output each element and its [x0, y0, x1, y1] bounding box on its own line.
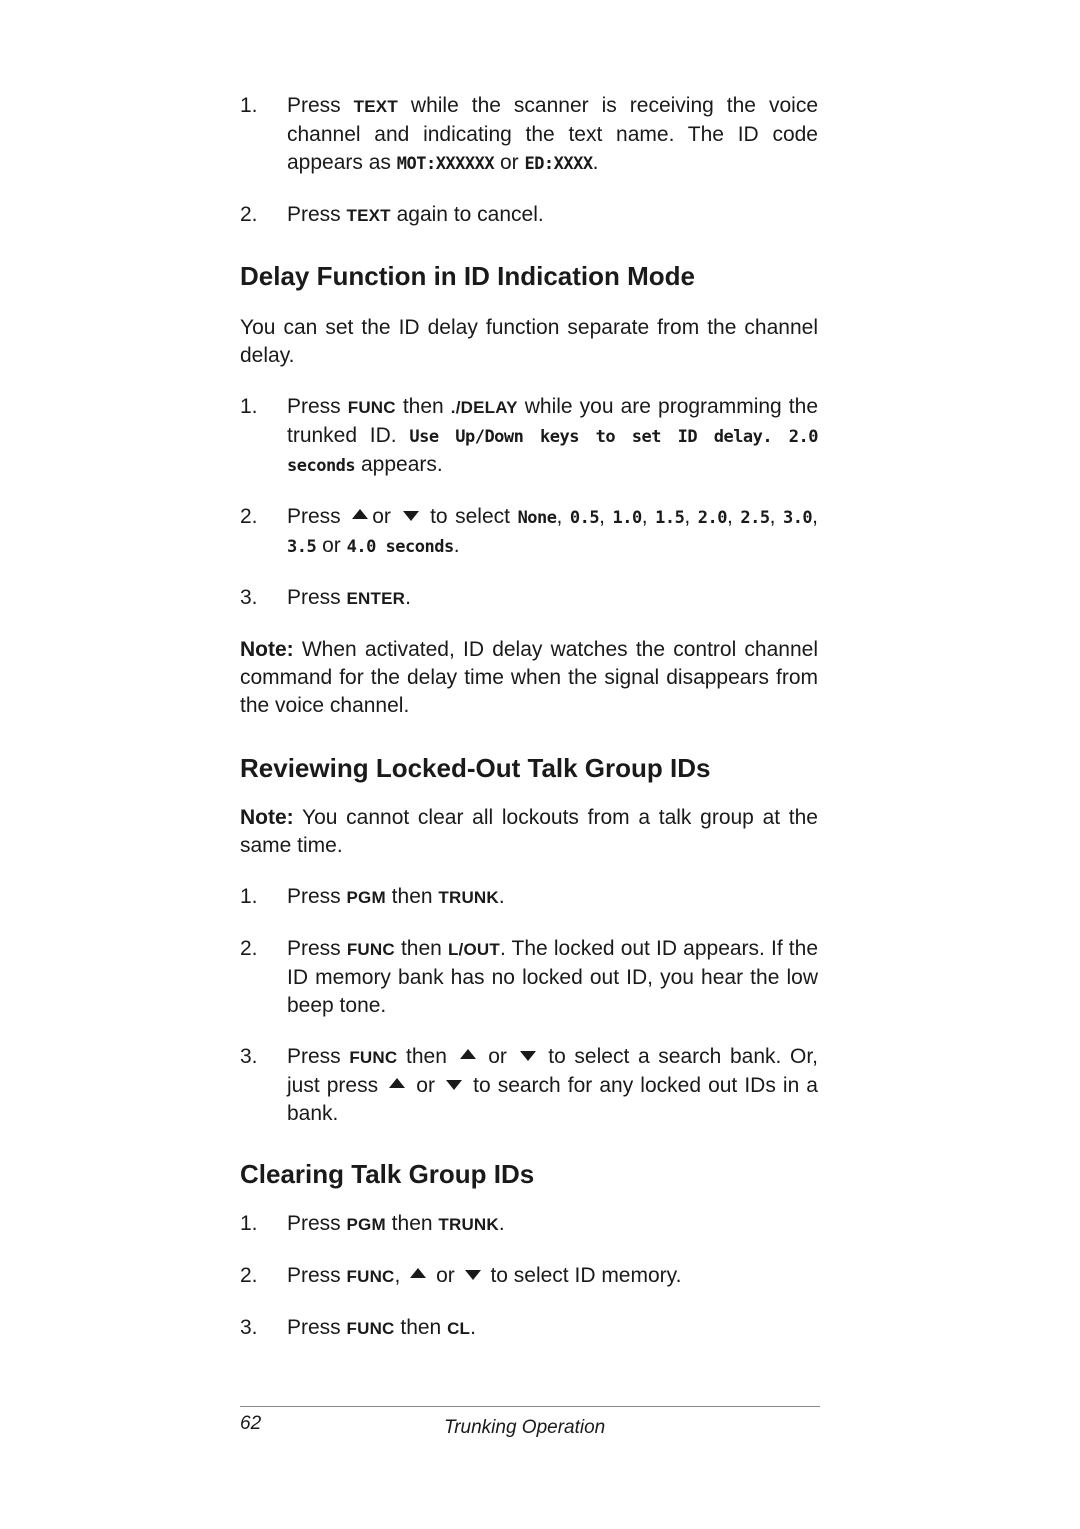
manual-page: 1. Press TEXT while the scanner is recei…: [240, 92, 819, 1366]
key-text: TEXT: [353, 97, 398, 116]
footer-divider: [240, 1406, 820, 1407]
up-arrow-icon: [459, 1049, 476, 1060]
lockout-step-1: 1. Press PGM then TRUNK.: [240, 885, 505, 908]
heading-reviewing-lockouts: Reviewing Locked-Out Talk Group IDs: [240, 753, 711, 783]
key-enter: ENTER: [346, 589, 406, 608]
up-arrow-icon: [410, 1268, 427, 1279]
clear-step-2: 2. Press FUNC, or to select ID memory.: [240, 1264, 682, 1287]
down-arrow-icon: [446, 1080, 463, 1091]
delay-step-3: 3. Press ENTER.: [240, 586, 411, 609]
clear-step-1: 1. Press PGM then TRUNK.: [240, 1212, 505, 1235]
lockout-note: Note: You cannot clear all lockouts from…: [240, 806, 818, 857]
delay-step-2: 2. Press or to select None, 0.5, 1.0, 1.…: [240, 505, 819, 557]
down-arrow-icon: [464, 1270, 481, 1281]
delay-step-1: 1. Press FUNC then ./DELAY while you are…: [240, 395, 819, 476]
delay-note: Note: When activated, ID delay watches t…: [240, 638, 818, 717]
lockout-step-2: 2. Press FUNC then L/OUT. The locked out…: [240, 937, 818, 1017]
page-number: 62: [240, 1413, 262, 1434]
delay-intro: You can set the ID delay function separa…: [240, 316, 818, 367]
key-text: TEXT: [346, 206, 391, 225]
heading-delay-function: Delay Function in ID Indication Mode: [240, 261, 696, 291]
heading-clearing-ids: Clearing Talk Group IDs: [240, 1159, 535, 1189]
key-delay: ./DELAY: [450, 398, 518, 417]
footer-chapter-title: Trunking Operation: [444, 1417, 606, 1438]
lcd-ed: ED:XXXX: [524, 154, 593, 174]
lcd-mot: MOT:XXXXXX: [396, 154, 495, 174]
up-arrow-icon: [352, 509, 369, 520]
intro-step-2: 2. Press TEXT again to cancel.: [240, 203, 544, 226]
down-arrow-icon: [402, 511, 419, 522]
key-func: FUNC: [347, 398, 396, 417]
up-arrow-icon: [389, 1078, 406, 1089]
down-arrow-icon: [519, 1051, 536, 1062]
clear-step-3: 3. Press FUNC then CL.: [240, 1316, 476, 1339]
intro-step-1: 1. Press TEXT while the scanner is recei…: [240, 94, 818, 174]
lockout-step-3: 3. Press FUNC then or to select a search…: [240, 1045, 819, 1125]
